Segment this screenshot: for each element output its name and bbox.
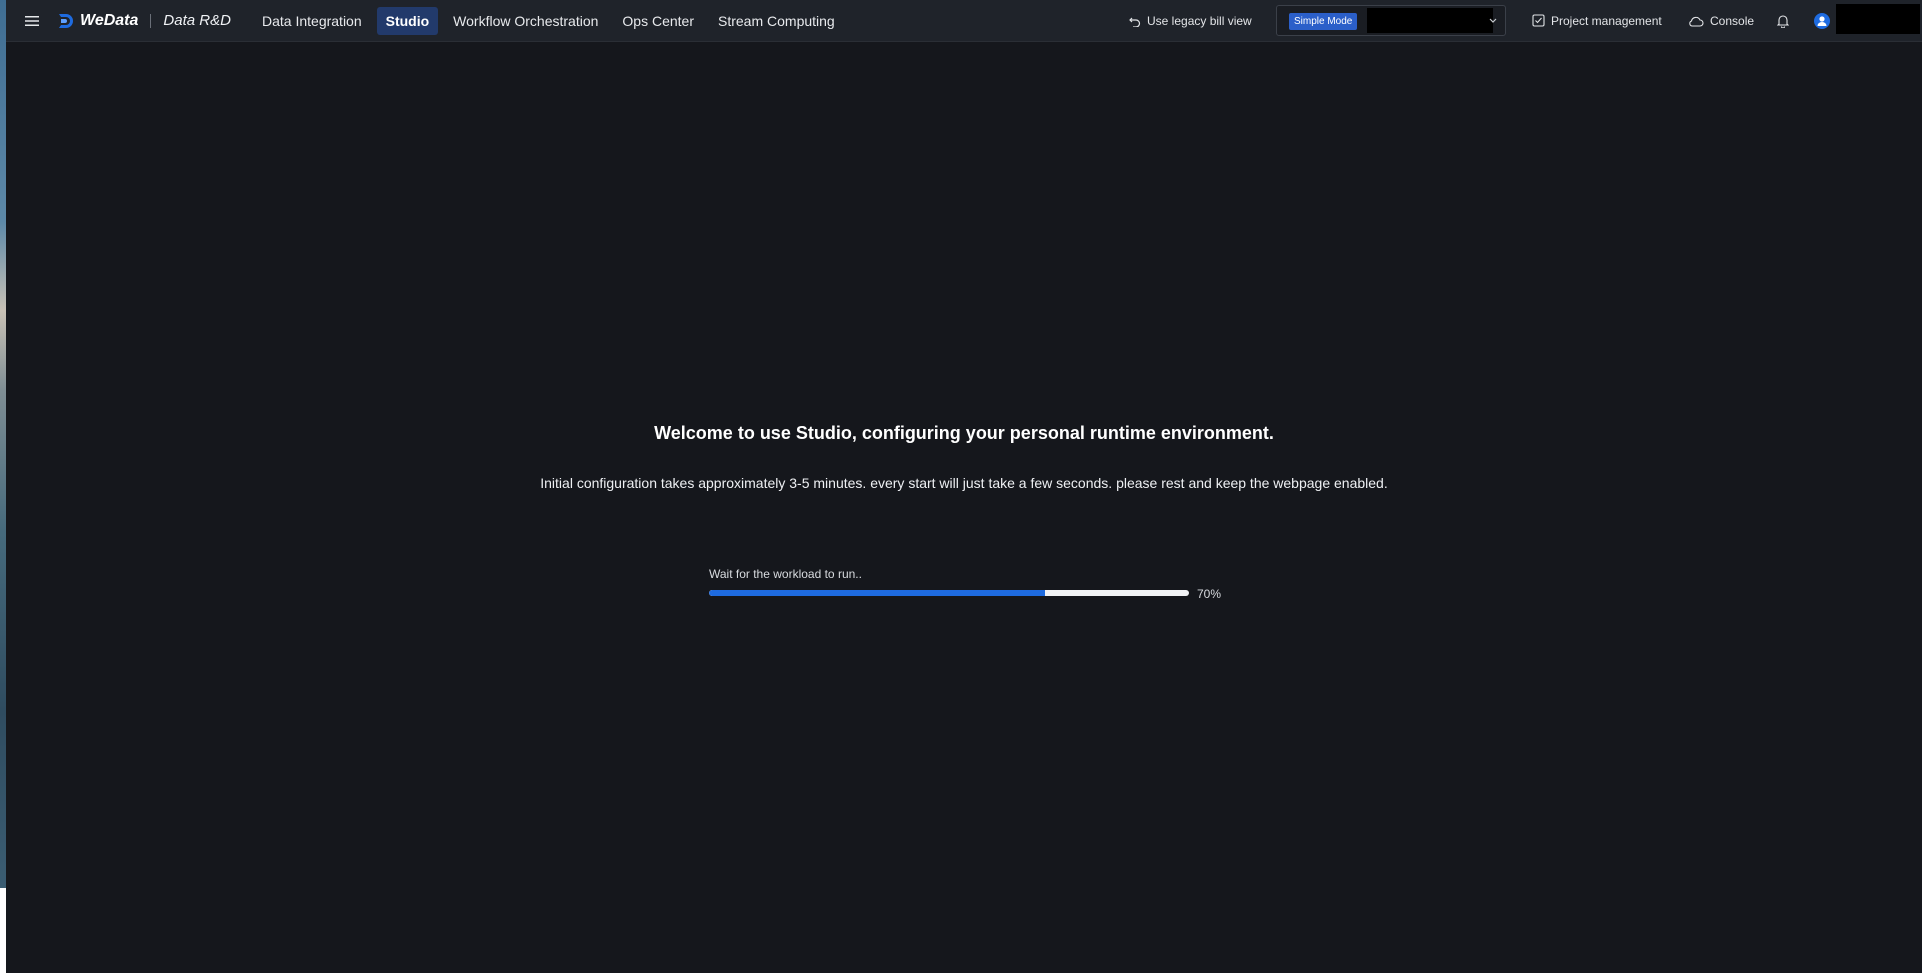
chevron-down-icon: [1489, 18, 1497, 23]
main-nav: Data Integration Studio Workflow Orchest…: [253, 0, 844, 41]
nav-stream-computing[interactable]: Stream Computing: [709, 7, 844, 35]
welcome-subtitle: Initial configuration takes approximatel…: [540, 475, 1388, 491]
bell-icon[interactable]: [1777, 0, 1791, 41]
top-navigation-bar: WeData Data R&D Data Integration Studio …: [6, 0, 1922, 42]
app-window: WeData Data R&D Data Integration Studio …: [6, 0, 1922, 973]
nav-studio[interactable]: Studio: [376, 6, 439, 35]
console-label: Console: [1710, 13, 1755, 28]
wedata-logo-icon: [59, 13, 73, 28]
brand-divider: [150, 13, 152, 28]
legacy-bill-view-label: Use legacy bill view: [1147, 13, 1252, 28]
legacy-bill-view-link[interactable]: Use legacy bill view: [1129, 0, 1252, 41]
progress-percent: 70%: [1197, 587, 1222, 601]
redacted-user-name: [1836, 4, 1920, 34]
mode-badge[interactable]: Simple Mode: [1289, 13, 1358, 30]
nav-ops-center[interactable]: Ops Center: [613, 7, 703, 35]
nav-data-integration[interactable]: Data Integration: [253, 7, 371, 35]
menu-icon[interactable]: [25, 0, 41, 41]
user-avatar-icon[interactable]: [1814, 0, 1830, 41]
project-management-label: Project management: [1551, 13, 1662, 28]
progress-bar-fill: [709, 590, 1045, 596]
progress-bar: [709, 590, 1189, 596]
project-management-link[interactable]: Project management: [1532, 0, 1662, 41]
project-selector[interactable]: Simple Mode: [1276, 5, 1506, 36]
undo-icon: [1129, 17, 1141, 27]
brand-name: WeData: [80, 11, 139, 29]
product-name: Data R&D: [163, 12, 231, 29]
console-link[interactable]: Console: [1688, 0, 1754, 41]
cloud-icon: [1689, 16, 1704, 27]
redacted-project-name: [1367, 8, 1493, 33]
welcome-title: Welcome to use Studio, configuring your …: [654, 423, 1274, 443]
progress-label: Wait for the workload to run..: [709, 567, 862, 581]
logo[interactable]: WeData Data R&D: [56, 0, 231, 41]
nav-workflow-orchestration[interactable]: Workflow Orchestration: [444, 7, 607, 35]
checklist-icon: [1532, 14, 1545, 27]
